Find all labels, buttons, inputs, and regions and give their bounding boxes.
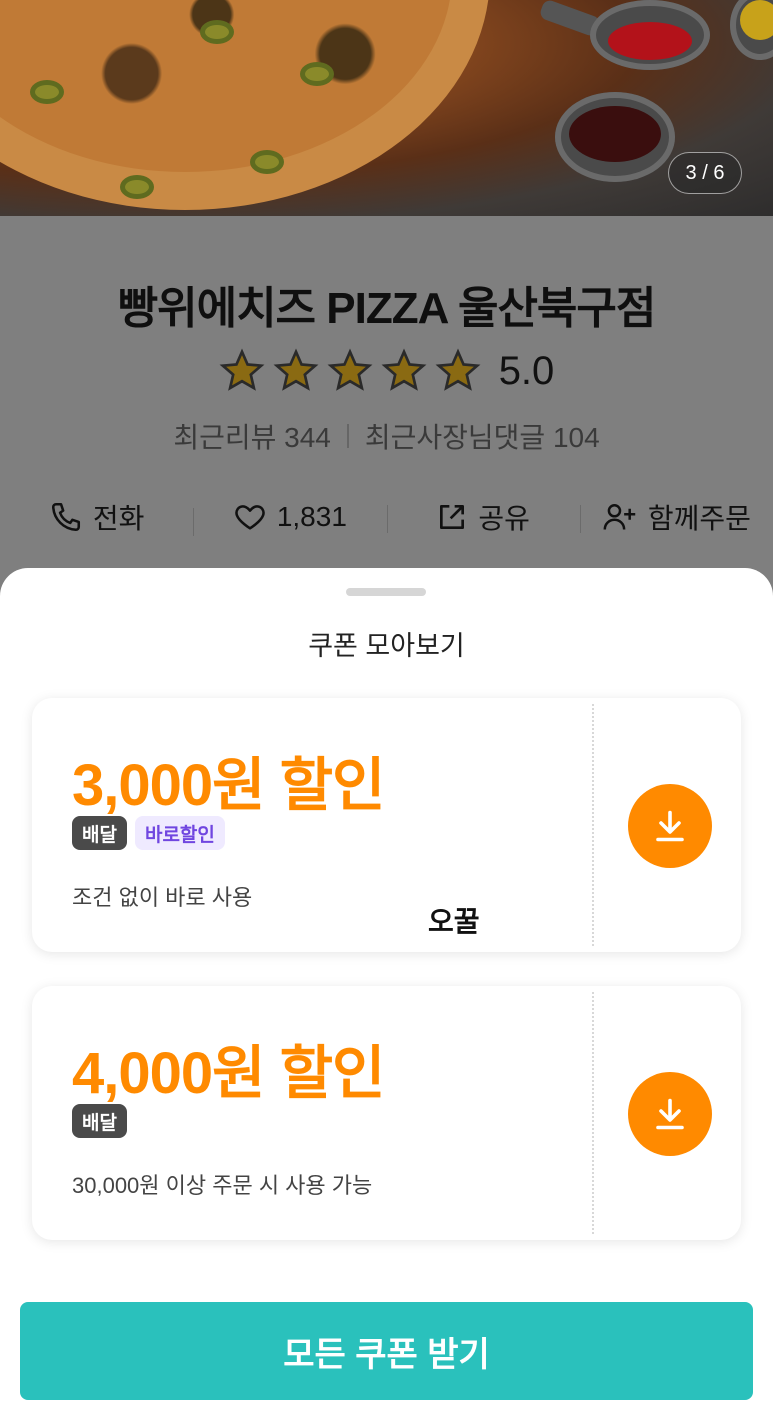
rating-value: 5.0 bbox=[498, 348, 555, 393]
download-coupon-button[interactable] bbox=[628, 1072, 712, 1156]
store-hero-image[interactable]: 3 / 6 bbox=[0, 0, 773, 216]
coupon-card: 4,000원 할인 배달 30,000원 이상 주문 시 사용 가능 bbox=[32, 986, 741, 1240]
tag-instant-discount: 바로할인 bbox=[134, 816, 225, 850]
download-coupon-button[interactable] bbox=[628, 784, 712, 868]
jalapeno-topping bbox=[200, 20, 234, 44]
mustard-dish bbox=[730, 0, 773, 60]
star-icon bbox=[273, 348, 319, 391]
like-count: 1,831 bbox=[276, 501, 347, 532]
coupon-amount: 4,000원 할인 bbox=[72, 1041, 385, 1106]
pizza-image bbox=[0, 0, 490, 210]
coupon-condition: 30,000원 이상 주문 시 사용 가능 bbox=[72, 1173, 373, 1198]
call-label: 전화 bbox=[92, 503, 145, 534]
get-all-coupons-button[interactable]: 모든 쿠폰 받기 bbox=[20, 1302, 753, 1400]
store-actions: 전화 1,831 공유 함께주문 bbox=[0, 494, 773, 540]
share-label: 공유 bbox=[478, 503, 530, 534]
add-user-icon bbox=[603, 503, 636, 530]
coupon-tags: 배달 바로할인 bbox=[72, 816, 225, 850]
divider bbox=[346, 424, 349, 448]
recent-reviews-link[interactable]: 최근리뷰 344 bbox=[173, 416, 331, 456]
coupon-bottom-sheet: 쿠폰 모아보기 3,000원 할인 배달 바로할인 조건 없이 바로 사용 오꿀… bbox=[0, 568, 773, 1410]
coupon-note: 오꿀 bbox=[428, 906, 480, 937]
jalapeno-topping bbox=[120, 175, 154, 199]
star-icon bbox=[435, 348, 481, 391]
rating-row: 5.0 bbox=[0, 348, 773, 394]
heart-icon bbox=[235, 505, 265, 530]
jalapeno-topping bbox=[30, 80, 64, 104]
jalapeno-topping bbox=[250, 150, 284, 174]
perforation-divider bbox=[592, 992, 594, 1234]
coupon-amount: 3,000원 할인 bbox=[72, 753, 385, 818]
download-icon bbox=[656, 1098, 684, 1130]
jalapeno-topping bbox=[300, 62, 334, 86]
download-icon bbox=[656, 810, 684, 842]
share-icon bbox=[440, 505, 465, 529]
sheet-drag-handle[interactable] bbox=[346, 588, 426, 596]
store-name: 빵위에치즈 PIZZA 울산북구점 bbox=[117, 284, 657, 333]
perforation-divider bbox=[592, 704, 594, 946]
call-button[interactable]: 전화 bbox=[0, 497, 193, 537]
sheet-title: 쿠폰 모아보기 bbox=[308, 631, 465, 661]
coupon-card: 3,000원 할인 배달 바로할인 조건 없이 바로 사용 오꿀 bbox=[32, 698, 741, 952]
tag-delivery: 배달 bbox=[72, 816, 127, 850]
ketchup-dish bbox=[590, 0, 710, 70]
review-counts: 최근리뷰 344 최근사장님댓글 104 bbox=[0, 416, 773, 456]
star-icon bbox=[381, 348, 427, 391]
tag-delivery: 배달 bbox=[72, 1104, 127, 1138]
sauce-dish bbox=[555, 92, 675, 182]
coupon-condition: 조건 없이 바로 사용 bbox=[72, 885, 253, 910]
coupon-tags: 배달 bbox=[72, 1104, 127, 1138]
like-button[interactable]: 1,831 bbox=[193, 500, 386, 536]
share-button[interactable]: 공유 bbox=[386, 497, 580, 537]
star-icon bbox=[219, 348, 265, 391]
owner-replies-link[interactable]: 최근사장님댓글 104 bbox=[365, 416, 600, 456]
phone-icon bbox=[51, 502, 80, 532]
image-counter: 3 / 6 bbox=[668, 152, 742, 194]
star-icon bbox=[327, 348, 373, 391]
group-order-button[interactable]: 함께주문 bbox=[579, 497, 773, 537]
group-order-label: 함께주문 bbox=[647, 503, 751, 534]
